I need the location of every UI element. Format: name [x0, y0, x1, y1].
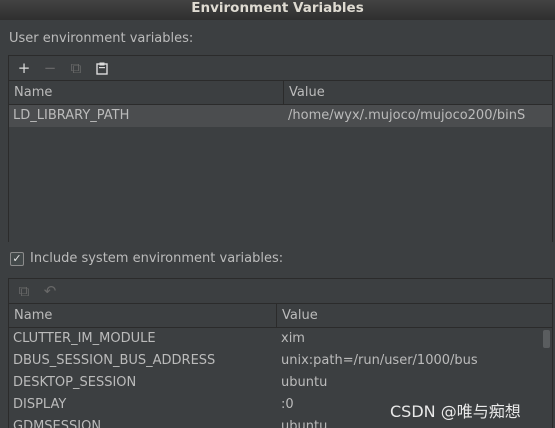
paste-icon[interactable] — [91, 57, 113, 79]
table-row[interactable]: CLUTTER_IM_MODULE xim — [9, 328, 552, 350]
copy-icon[interactable]: ⧉ — [13, 280, 35, 302]
user-env-panel: + − ⧉ Name Value LD_LIBRARY_PATH /home/w… — [8, 55, 553, 242]
clipboard-icon — [96, 62, 108, 75]
env-name: DISPLAY — [13, 397, 67, 412]
column-header-name[interactable]: Name — [9, 304, 277, 327]
window-title: Environment Variables — [0, 0, 555, 20]
table-row[interactable]: DBUS_SESSION_BUS_ADDRESS unix:path=/run/… — [9, 350, 552, 372]
env-value: ubuntu — [281, 375, 328, 390]
env-name: CLUTTER_IM_MODULE — [13, 331, 156, 346]
table-header: Name Value — [9, 303, 552, 328]
env-value: xim — [281, 331, 305, 346]
watermark: CSDN @唯与痴想 — [390, 402, 521, 421]
env-name: GDMSESSION — [13, 419, 102, 428]
table-row[interactable]: DESKTOP_SESSION ubuntu — [9, 372, 552, 394]
system-env-toolbar: ⧉ ↶ — [9, 279, 552, 303]
remove-icon[interactable]: − — [39, 57, 61, 79]
scroll-thumb[interactable] — [543, 330, 550, 348]
env-value: ubuntu — [281, 419, 328, 428]
env-name: DESKTOP_SESSION — [13, 375, 137, 390]
copy-icon[interactable]: ⧉ — [65, 57, 87, 79]
include-system-label: Include system environment variables: — [30, 251, 284, 266]
env-value: :0 — [281, 397, 294, 412]
column-header-value[interactable]: Value — [277, 304, 318, 327]
env-name: DBUS_SESSION_BUS_ADDRESS — [13, 353, 216, 368]
column-header-value[interactable]: Value — [284, 81, 325, 104]
user-env-table: Name Value LD_LIBRARY_PATH /home/wyx/.mu… — [9, 80, 552, 242]
vertical-scrollbar[interactable] — [542, 328, 551, 428]
env-value: unix:path=/run/user/1000/bus — [281, 353, 478, 368]
include-system-row[interactable]: ✓ Include system environment variables: — [10, 251, 283, 266]
include-system-checkbox[interactable]: ✓ — [10, 251, 24, 266]
add-icon[interactable]: + — [13, 57, 35, 79]
table-row[interactable]: LD_LIBRARY_PATH /home/wyx/.mujoco/mujoco… — [9, 105, 552, 127]
table-header: Name Value — [9, 80, 552, 105]
user-env-rows: LD_LIBRARY_PATH /home/wyx/.mujoco/mujoco… — [9, 105, 552, 242]
env-value: /home/wyx/.mujoco/mujoco200/binS — [288, 108, 526, 123]
reset-icon[interactable]: ↶ — [39, 280, 61, 302]
user-env-toolbar: + − ⧉ — [9, 56, 552, 80]
user-env-label: User environment variables: — [9, 31, 194, 46]
env-name: LD_LIBRARY_PATH — [13, 108, 130, 123]
column-header-name[interactable]: Name — [9, 81, 284, 104]
